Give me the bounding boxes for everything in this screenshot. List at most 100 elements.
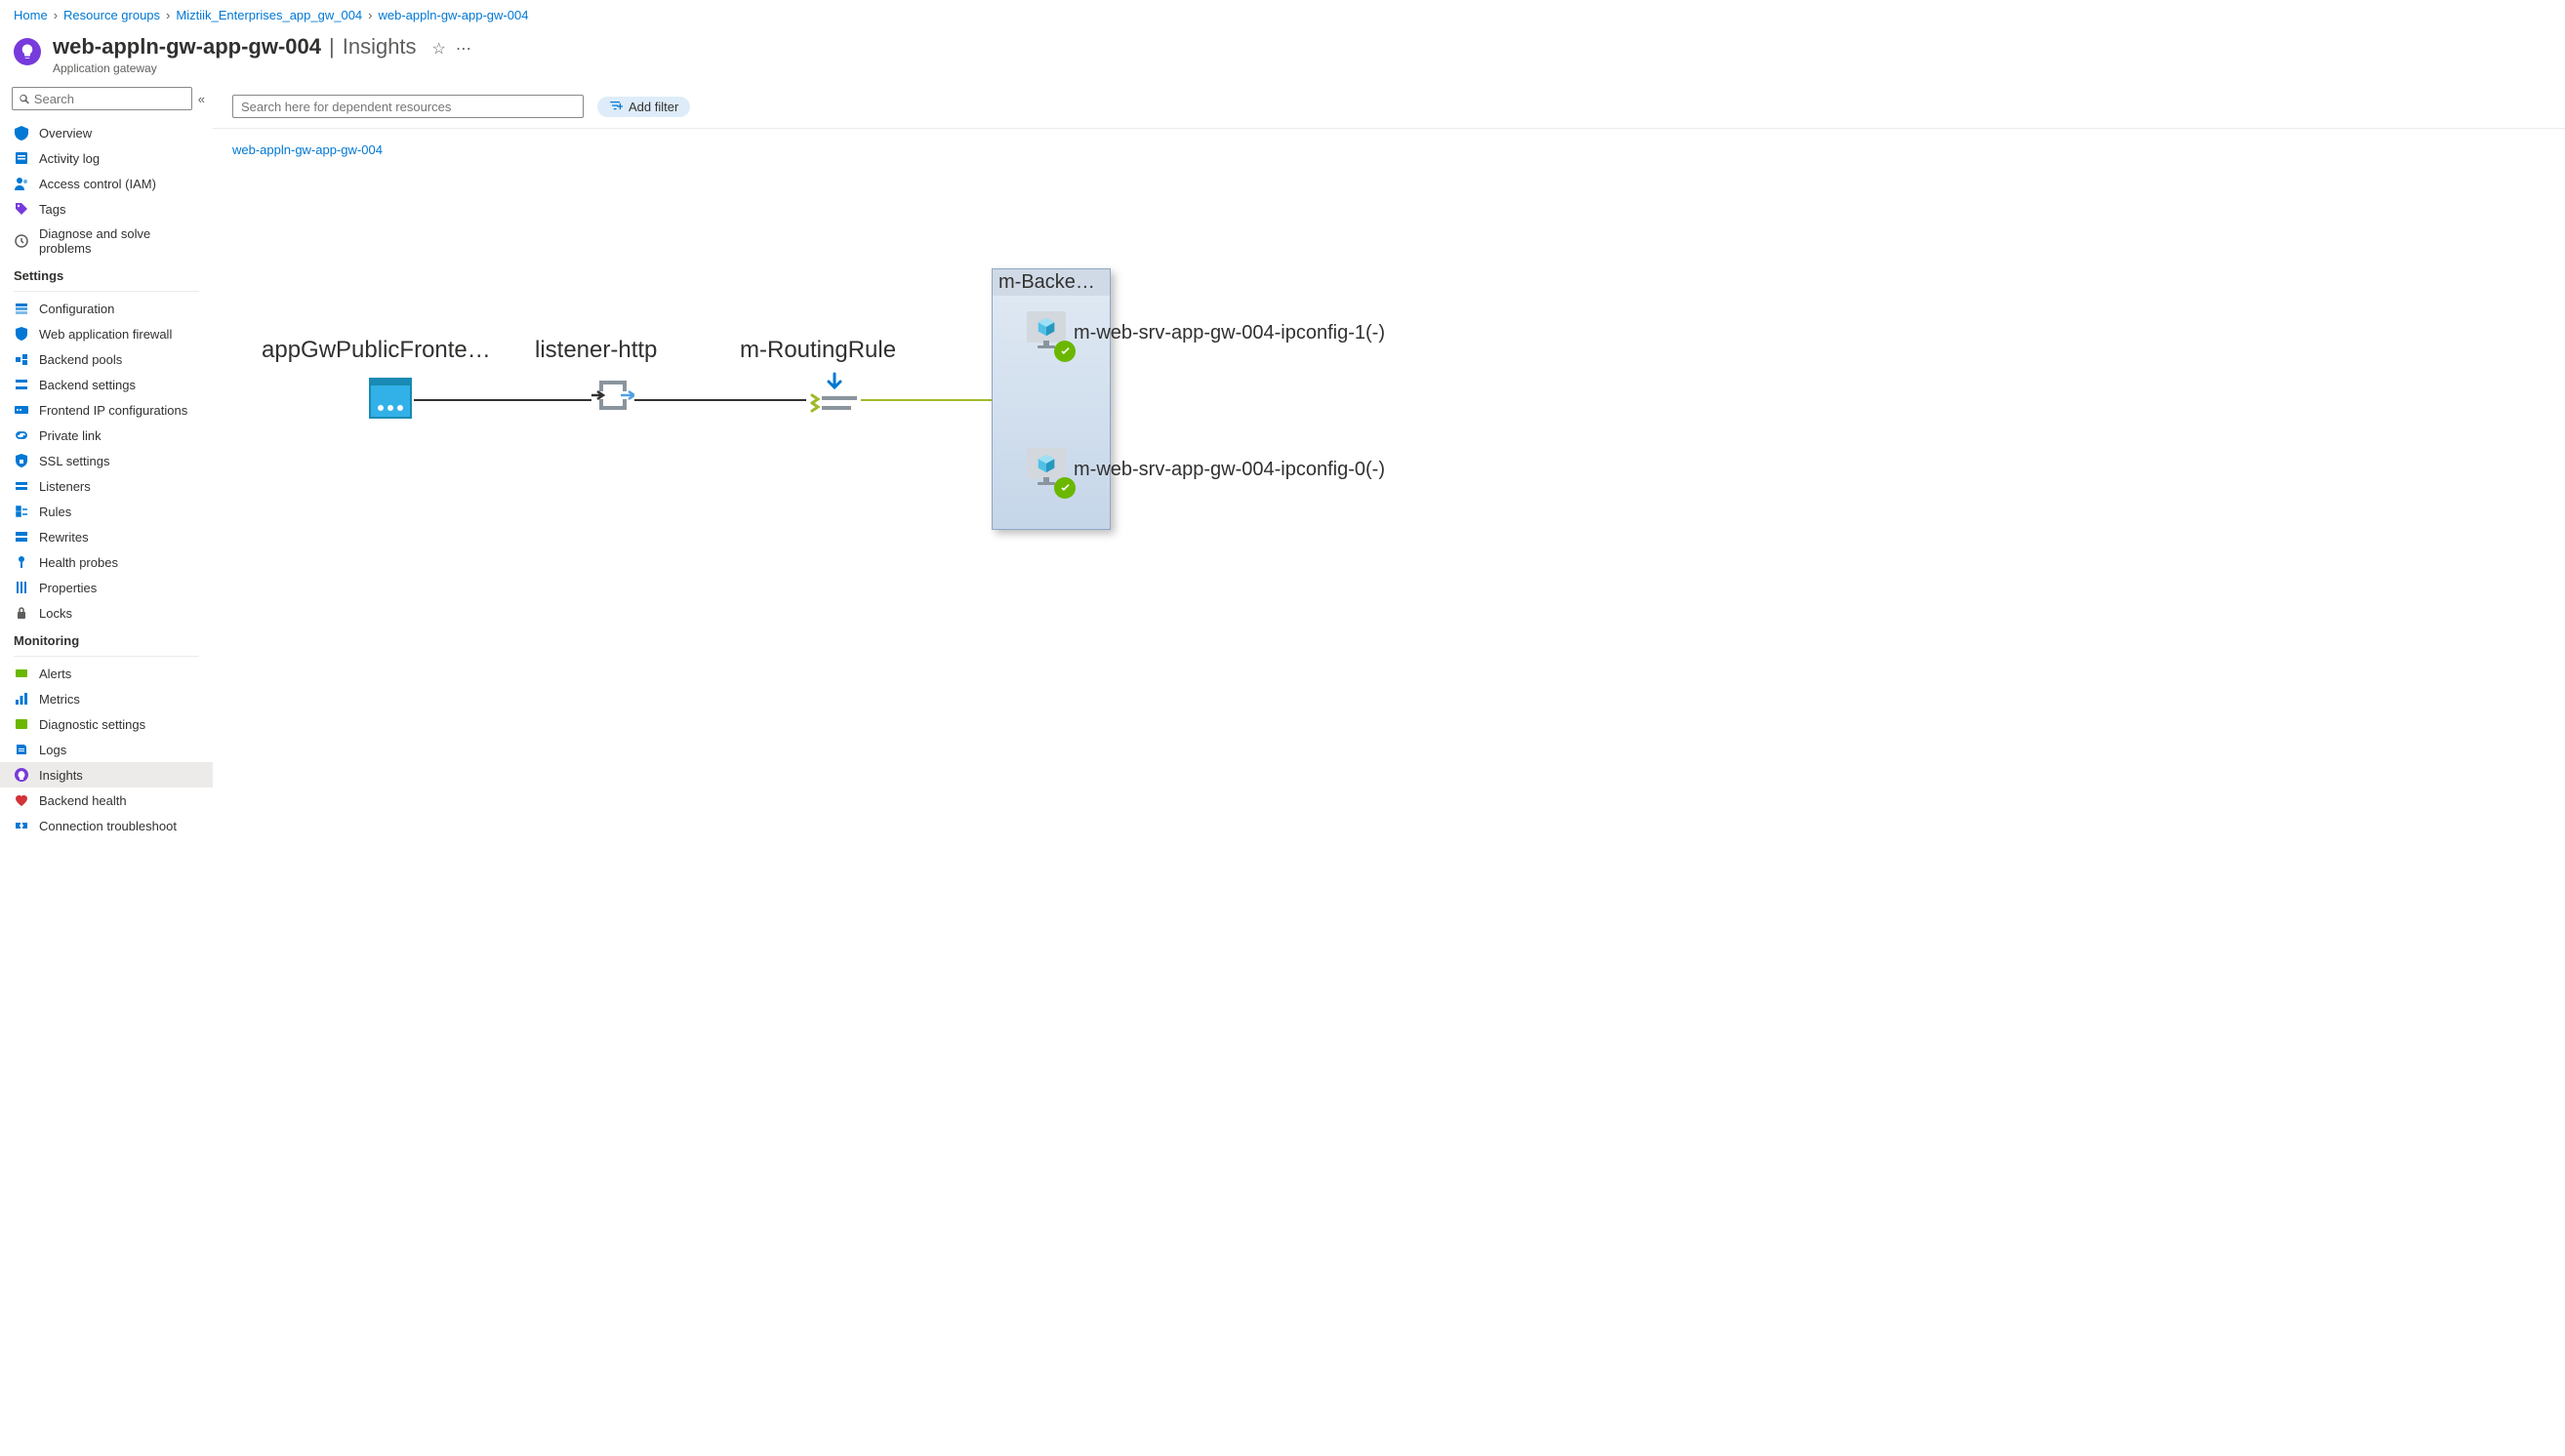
locks-icon — [14, 605, 29, 621]
sidebar-item-label: Overview — [39, 126, 92, 141]
backend-vm-0[interactable]: m-web-srv-app-gw-004-ipconfig-0(-) — [1027, 448, 1385, 491]
sidebar-item-insights[interactable]: Insights — [0, 762, 213, 788]
dependent-search-input[interactable] — [241, 100, 575, 114]
chevron-right-icon: › — [368, 8, 372, 22]
sidebar-item-locks[interactable]: Locks — [0, 600, 213, 626]
sidebar-item-label: Rewrites — [39, 530, 89, 545]
sidebar-item-privatelink[interactable]: Private link — [0, 423, 213, 448]
breadcrumb-home[interactable]: Home — [14, 8, 48, 22]
sidebar-item-label: Configuration — [39, 302, 114, 316]
sidebar-item-backendpools[interactable]: Backend pools — [0, 346, 213, 372]
backend-vm-0-label: m-web-srv-app-gw-004-ipconfig-0(-) — [1074, 459, 1385, 481]
sidebar-search-input[interactable] — [34, 92, 185, 106]
add-filter-label: Add filter — [629, 100, 678, 114]
collapse-sidebar-icon[interactable]: « — [198, 92, 205, 106]
breadcrumb-rg-name[interactable]: Miztiik_Enterprises_app_gw_004 — [176, 8, 362, 22]
sidebar-item-backendsettings[interactable]: Backend settings — [0, 372, 213, 397]
sidebar-item-overview[interactable]: Overview — [0, 120, 213, 145]
sidebar-item-label: Rules — [39, 505, 71, 519]
properties-icon — [14, 580, 29, 595]
sidebar-item-properties[interactable]: Properties — [0, 575, 213, 600]
breadcrumb-resource[interactable]: web-appln-gw-app-gw-004 — [379, 8, 529, 22]
sidebar-item-label: Connection troubleshoot — [39, 819, 177, 833]
sidebar-item-ssl[interactable]: SSL settings — [0, 448, 213, 473]
conntrouble-icon — [14, 818, 29, 833]
listener-icon[interactable] — [591, 381, 634, 413]
page-title: web-appln-gw-app-gw-004 — [53, 34, 321, 60]
add-filter-button[interactable]: Add filter — [597, 97, 690, 117]
waf-icon — [14, 326, 29, 342]
routing-rule-icon[interactable] — [808, 372, 861, 418]
sidebar-item-metrics[interactable]: Metrics — [0, 686, 213, 711]
sidebar-item-label: Alerts — [39, 667, 71, 681]
sidebar-item-label: Backend settings — [39, 378, 136, 392]
insights-icon — [14, 38, 41, 65]
topology-canvas: appGwPublicFronte… listener-http m-Routi… — [232, 190, 2545, 698]
sidebar-item-rules[interactable]: Rules — [0, 499, 213, 524]
sidebar-item-label: Metrics — [39, 692, 80, 707]
sidebar-item-diagsettings[interactable]: Diagnostic settings — [0, 711, 213, 737]
sidebar-item-label: Tags — [39, 202, 65, 217]
chevron-right-icon: › — [166, 8, 170, 22]
frontend-ip-label: appGwPublicFronte… — [262, 337, 491, 364]
resource-type-label: Application gateway — [53, 61, 471, 75]
backendsettings-icon — [14, 377, 29, 392]
sidebar-item-rewrites[interactable]: Rewrites — [0, 524, 213, 549]
sidebar-item-label: Properties — [39, 581, 97, 595]
sidebar-item-frontendip[interactable]: Frontend IP configurations — [0, 397, 213, 423]
diagsettings-icon — [14, 716, 29, 732]
sidebar-item-activitylog[interactable]: Activity log — [0, 145, 213, 171]
main-content: Add filter web-appln-gw-app-gw-004 appGw… — [213, 87, 2565, 858]
sidebar-item-listeners[interactable]: Listeners — [0, 473, 213, 499]
sidebar-item-diagnose[interactable]: Diagnose and solve problems — [0, 222, 213, 261]
health-check-icon — [1054, 477, 1076, 499]
settings-heading: Settings — [0, 261, 213, 287]
page-section: Insights — [343, 34, 417, 60]
backend-pool-title: m-Backen… — [993, 269, 1110, 296]
backend-vm-1[interactable]: m-web-srv-app-gw-004-ipconfig-1(-) — [1027, 311, 1385, 354]
healthprobes-icon — [14, 554, 29, 570]
rules-icon — [14, 504, 29, 519]
divider — [14, 291, 199, 292]
favorite-star-icon[interactable]: ☆ — [432, 39, 446, 59]
frontend-ip-icon[interactable] — [369, 384, 412, 419]
alerts-icon — [14, 666, 29, 681]
sidebar-item-label: Health probes — [39, 555, 118, 570]
config-icon — [14, 301, 29, 316]
metrics-icon — [14, 691, 29, 707]
backendhealth-icon — [14, 792, 29, 808]
sidebar-item-label: Logs — [39, 743, 66, 757]
sidebar: « Overview Activity logAccess control (IA… — [0, 87, 213, 858]
sidebar-item-label: Frontend IP configurations — [39, 403, 187, 418]
sidebar-item-healthprobes[interactable]: Health probes — [0, 549, 213, 575]
sidebar-item-conntrouble[interactable]: Connection troubleshoot — [0, 813, 213, 838]
sidebar-item-waf[interactable]: Web application firewall — [0, 321, 213, 346]
sidebar-search[interactable] — [12, 87, 192, 110]
breadcrumb: Home › Resource groups › Miztiik_Enterpr… — [0, 0, 2565, 30]
sidebar-item-iam[interactable]: Access control (IAM) — [0, 171, 213, 196]
toolbar: Add filter — [213, 87, 2565, 129]
sidebar-item-tags[interactable]: Tags — [0, 196, 213, 222]
topology-root-link[interactable]: web-appln-gw-app-gw-004 — [232, 142, 383, 157]
ssl-icon — [14, 453, 29, 468]
more-icon[interactable]: ⋯ — [456, 39, 471, 59]
filter-add-icon — [609, 100, 623, 113]
health-check-icon — [1054, 341, 1076, 362]
sidebar-item-config[interactable]: Configuration — [0, 296, 213, 321]
dependent-search[interactable] — [232, 95, 584, 118]
sidebar-item-alerts[interactable]: Alerts — [0, 661, 213, 686]
insights-icon — [14, 767, 29, 783]
sidebar-item-label: Locks — [39, 606, 72, 621]
breadcrumb-resource-groups[interactable]: Resource groups — [63, 8, 160, 22]
privatelink-icon — [14, 427, 29, 443]
logs-icon — [14, 742, 29, 757]
iam-icon — [14, 176, 29, 191]
listeners-icon — [14, 478, 29, 494]
sidebar-item-logs[interactable]: Logs — [0, 737, 213, 762]
sidebar-item-backendhealth[interactable]: Backend health — [0, 788, 213, 813]
sidebar-item-label: Web application firewall — [39, 327, 172, 342]
sidebar-item-label: Private link — [39, 428, 102, 443]
title-separator: | — [329, 34, 335, 60]
vm-icon — [1027, 311, 1066, 343]
vm-icon — [1027, 448, 1066, 479]
